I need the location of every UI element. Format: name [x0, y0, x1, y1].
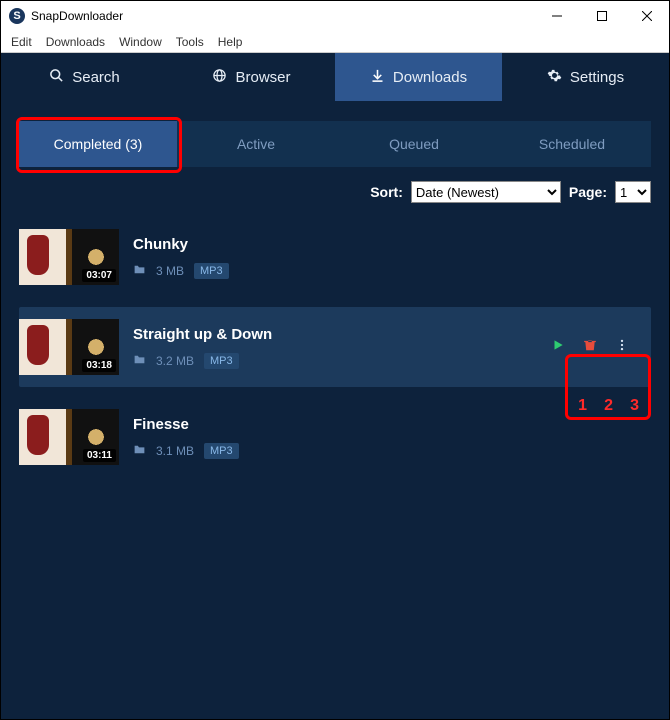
maximize-button[interactable]: [579, 1, 624, 31]
tab-settings[interactable]: Settings: [502, 53, 669, 101]
folder-icon[interactable]: [133, 443, 146, 459]
list-item[interactable]: 03:18 Straight up & Down 3.2 MB MP3: [19, 307, 651, 387]
list-item[interactable]: 03:11 Finesse 3.1 MB MP3: [19, 397, 651, 477]
download-list: 03:07 Chunky 3 MB MP3 03:18: [1, 213, 669, 491]
format-badge: MP3: [194, 263, 229, 279]
list-item[interactable]: 03:07 Chunky 3 MB MP3: [19, 217, 651, 297]
tab-label: Downloads: [393, 69, 467, 86]
format-badge: MP3: [204, 353, 239, 369]
sub-tabs: Completed (3) Active Queued Scheduled: [19, 121, 651, 167]
annotation-number: 3: [630, 397, 639, 415]
item-size: 3 MB: [156, 264, 184, 278]
page-select[interactable]: 1: [615, 181, 651, 203]
close-button[interactable]: [624, 1, 669, 31]
app-title: SnapDownloader: [31, 9, 123, 23]
subtab-queued[interactable]: Queued: [335, 121, 493, 167]
gear-icon: [547, 68, 562, 87]
play-icon[interactable]: [551, 338, 565, 357]
tab-downloads[interactable]: Downloads: [335, 53, 502, 101]
subtab-active[interactable]: Active: [177, 121, 335, 167]
menubar: Edit Downloads Window Tools Help: [1, 31, 669, 53]
duration-badge: 03:07: [82, 269, 116, 282]
page-label: Page:: [569, 184, 607, 200]
item-size: 3.2 MB: [156, 354, 194, 368]
format-badge: MP3: [204, 443, 239, 459]
menu-downloads[interactable]: Downloads: [46, 35, 105, 49]
search-icon: [49, 68, 64, 87]
tab-browser[interactable]: Browser: [168, 53, 335, 101]
thumbnail: 03:11: [19, 409, 119, 465]
annotation-number: 2: [604, 397, 613, 415]
folder-icon[interactable]: [133, 263, 146, 279]
item-title: Chunky: [133, 236, 641, 253]
item-actions: [551, 338, 641, 357]
app-window: S SnapDownloader Edit Downloads Window T…: [0, 0, 670, 720]
menu-window[interactable]: Window: [119, 35, 162, 49]
globe-icon: [212, 68, 227, 87]
download-icon: [370, 68, 385, 87]
menu-help[interactable]: Help: [218, 35, 243, 49]
thumbnail: 03:07: [19, 229, 119, 285]
item-size: 3.1 MB: [156, 444, 194, 458]
content-area: Search Browser Downloads Settings: [1, 53, 669, 719]
tab-label: Settings: [570, 69, 624, 86]
thumbnail: 03:18: [19, 319, 119, 375]
tab-label: Search: [72, 69, 120, 86]
titlebar: S SnapDownloader: [1, 1, 669, 31]
duration-badge: 03:11: [83, 449, 116, 462]
trash-icon[interactable]: [583, 338, 597, 357]
annotation-number: 1: [578, 397, 587, 415]
subtab-scheduled[interactable]: Scheduled: [493, 121, 651, 167]
item-title: Straight up & Down: [133, 326, 537, 343]
app-icon: S: [9, 8, 25, 24]
more-icon[interactable]: [615, 338, 629, 357]
sort-select[interactable]: Date (Newest): [411, 181, 561, 203]
menu-edit[interactable]: Edit: [11, 35, 32, 49]
sort-label: Sort:: [370, 184, 403, 200]
minimize-button[interactable]: [534, 1, 579, 31]
folder-icon[interactable]: [133, 353, 146, 369]
menu-tools[interactable]: Tools: [176, 35, 204, 49]
item-title: Finesse: [133, 416, 641, 433]
main-tabs: Search Browser Downloads Settings: [1, 53, 669, 101]
sort-row: Sort: Date (Newest) Page: 1: [1, 167, 669, 213]
tab-search[interactable]: Search: [1, 53, 168, 101]
subtab-completed[interactable]: Completed (3): [19, 121, 177, 167]
duration-badge: 03:18: [82, 359, 116, 372]
tab-label: Browser: [235, 69, 290, 86]
